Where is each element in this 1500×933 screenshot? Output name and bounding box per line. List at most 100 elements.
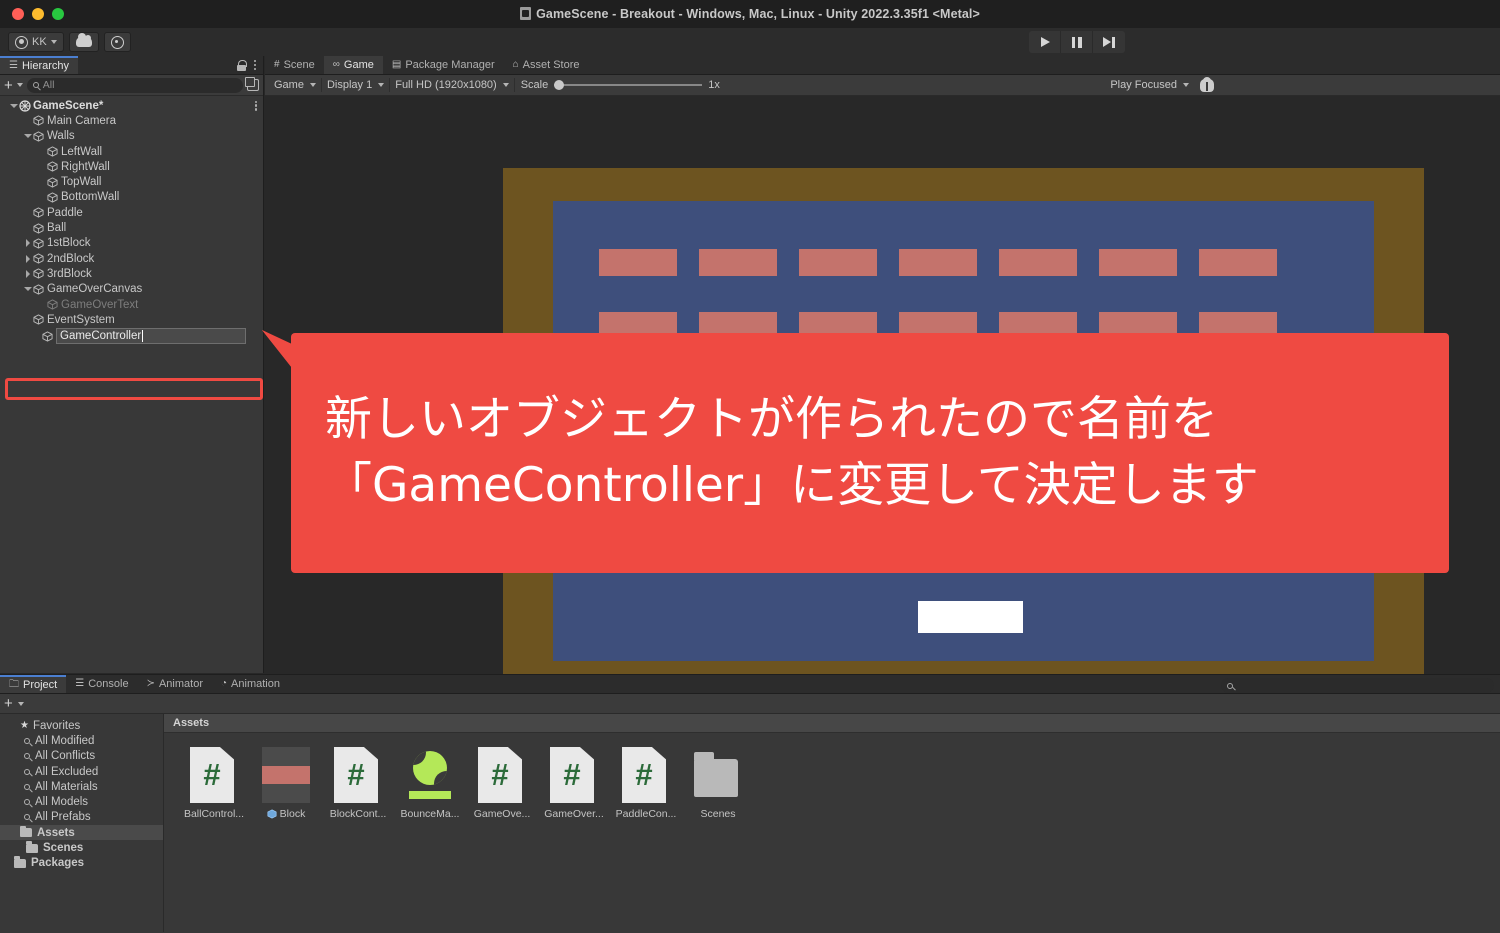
- gameobject-icon: [47, 192, 58, 203]
- gameobject-icon: [33, 238, 44, 249]
- tab-game[interactable]: ∞ Game: [323, 56, 383, 74]
- store-icon: ⌂: [512, 59, 519, 70]
- hierarchy-item-topwall[interactable]: TopWall: [0, 174, 263, 189]
- account-button[interactable]: KK: [8, 32, 64, 52]
- chevron-down-icon[interactable]: [22, 134, 33, 139]
- scale-value: 1x: [708, 79, 720, 91]
- display-dropdown[interactable]: Display 1: [322, 77, 389, 93]
- chevron-down-icon[interactable]: [22, 287, 33, 292]
- chevron-right-icon[interactable]: [22, 239, 33, 248]
- project-sidebar-item-label: Scenes: [43, 842, 84, 855]
- scale-slider-handle[interactable]: [554, 80, 565, 90]
- project-sidebar-item-all-materials[interactable]: All Materials: [0, 779, 163, 794]
- editor-settings-button[interactable]: [103, 32, 131, 52]
- folder-icon: [14, 856, 26, 868]
- hierarchy-item-paddle[interactable]: Paddle: [0, 205, 263, 220]
- gameobject-icon: [47, 161, 58, 172]
- project-content: Assets # BallControl... Block # BlockCont...…: [164, 714, 1500, 932]
- window-title: GameScene - Breakout - Windows, Mac, Lin…: [0, 7, 1500, 21]
- hierarchy-item-2ndblock[interactable]: 2ndBlock: [0, 251, 263, 266]
- create-asset-button[interactable]: +: [4, 696, 13, 711]
- hierarchy-item-gameovercanvas[interactable]: GameOverCanvas: [0, 282, 263, 297]
- chevron-down-icon: [1183, 83, 1189, 87]
- hierarchy-item-gameovertext[interactable]: GameOverText: [0, 297, 263, 312]
- project-sidebar-item-all-modified[interactable]: All Modified: [0, 733, 163, 748]
- hierarchy-item-3rdblock[interactable]: 3rdBlock: [0, 266, 263, 281]
- chevron-right-icon[interactable]: [22, 254, 33, 263]
- scene-icon: [19, 100, 31, 112]
- scale-slider[interactable]: [554, 80, 703, 90]
- project-sidebar-item-packages[interactable]: Packages: [0, 856, 163, 871]
- play-mode-dropdown[interactable]: Play Focused: [1105, 77, 1194, 93]
- hierarchy-item-rightwall[interactable]: RightWall: [0, 159, 263, 174]
- project-sidebar-item-assets[interactable]: Assets: [0, 825, 163, 841]
- tab-package-manager[interactable]: ▤ Package Manager: [383, 56, 504, 74]
- project-sidebar-item-favorites[interactable]: ★ Favorites: [0, 718, 163, 733]
- play-icon: [1041, 37, 1050, 47]
- tab-label: Asset Store: [522, 59, 580, 71]
- target-display-dropdown[interactable]: Game: [269, 77, 321, 93]
- folder-icon: [20, 825, 32, 838]
- game-brick: [599, 249, 677, 276]
- hierarchy-item-gamescene[interactable]: GameScene*: [0, 98, 263, 113]
- tab-asset-store[interactable]: ⌂ Asset Store: [504, 56, 589, 74]
- create-dropdown-icon[interactable]: [16, 83, 23, 87]
- tab-console[interactable]: ☰ Console: [66, 675, 137, 693]
- create-object-button[interactable]: +: [4, 78, 13, 93]
- hierarchy-item-label: 2ndBlock: [47, 252, 95, 265]
- search-icon: [24, 814, 30, 821]
- account-label: KK: [32, 36, 47, 48]
- hierarchy-search-input[interactable]: All: [26, 77, 243, 93]
- gameobject-icon: [33, 222, 44, 234]
- cloud-button[interactable]: [68, 32, 99, 52]
- scale-slider-group[interactable]: Scale 1x: [515, 79, 720, 91]
- bug-icon[interactable]: [1200, 76, 1214, 92]
- folder-icon: [26, 841, 38, 853]
- chevron-down-icon[interactable]: [8, 103, 19, 108]
- project-sidebar-item-all-prefabs[interactable]: All Prefabs: [0, 810, 163, 825]
- callout-line-1: 新しいオブジェクトが作られたので名前を: [325, 391, 1218, 447]
- hierarchy-item-ball[interactable]: Ball: [0, 220, 263, 235]
- chevron-right-icon[interactable]: [22, 269, 33, 278]
- asset-item[interactable]: # BlockCont...: [322, 747, 394, 820]
- gameobject-icon: [33, 284, 44, 295]
- hierarchy-item-main camera[interactable]: Main Camera: [0, 113, 263, 128]
- asset-item[interactable]: # GameOve...: [466, 747, 538, 820]
- hierarchy-item-1stblock[interactable]: 1stBlock: [0, 236, 263, 251]
- project-sidebar-item-scenes[interactable]: Scenes: [0, 840, 163, 855]
- project-search-input[interactable]: [1221, 678, 1494, 693]
- hierarchy-item-walls[interactable]: Walls: [0, 129, 263, 144]
- scene-picker-icon[interactable]: [245, 77, 259, 91]
- asset-item[interactable]: Block: [250, 747, 322, 820]
- asset-item[interactable]: # GameOver...: [538, 747, 610, 820]
- tab-project[interactable]: 🗀 Project: [0, 675, 67, 693]
- tab-scene[interactable]: # Scene: [265, 56, 324, 74]
- resolution-dropdown[interactable]: Full HD (1920x1080): [390, 77, 514, 93]
- hierarchy-item-bottomwall[interactable]: BottomWall: [0, 190, 263, 205]
- tab-animation[interactable]: ◔ Animation: [212, 675, 289, 693]
- main-toolbar: KK: [0, 28, 1500, 56]
- asset-item[interactable]: Scenes: [682, 747, 754, 820]
- rename-input[interactable]: GameController: [56, 328, 246, 345]
- hierarchy-item-leftwall[interactable]: LeftWall: [0, 144, 263, 159]
- project-sidebar-item-all-models[interactable]: All Models: [0, 794, 163, 809]
- project-sidebar-item-label: All Conflicts: [35, 750, 96, 763]
- asset-label: PaddleCon...: [615, 808, 677, 820]
- play-button[interactable]: [1029, 31, 1061, 53]
- asset-item[interactable]: # BallControl...: [178, 747, 250, 820]
- step-button[interactable]: [1093, 31, 1125, 53]
- pause-button[interactable]: [1061, 31, 1093, 53]
- create-asset-dropdown-icon[interactable]: [17, 701, 24, 706]
- hierarchy-item-eventsystem[interactable]: EventSystem: [0, 312, 263, 327]
- asset-item[interactable]: BounceMa...: [394, 747, 466, 820]
- tab-hierarchy[interactable]: ☰ Hierarchy: [0, 56, 79, 74]
- project-sidebar-item-all-excluded[interactable]: All Excluded: [0, 764, 163, 779]
- kebab-menu-icon[interactable]: [253, 59, 256, 71]
- project-sidebar-item-all-conflicts[interactable]: All Conflicts: [0, 749, 163, 764]
- lock-icon[interactable]: [236, 59, 247, 71]
- project-sidebar-item-label: All Materials: [35, 780, 98, 793]
- asset-item[interactable]: # PaddleCon...: [610, 747, 682, 820]
- search-icon: [24, 753, 30, 760]
- scene-kebab-menu-icon[interactable]: [254, 100, 257, 111]
- tab-animator[interactable]: ≻ Animator: [138, 675, 212, 693]
